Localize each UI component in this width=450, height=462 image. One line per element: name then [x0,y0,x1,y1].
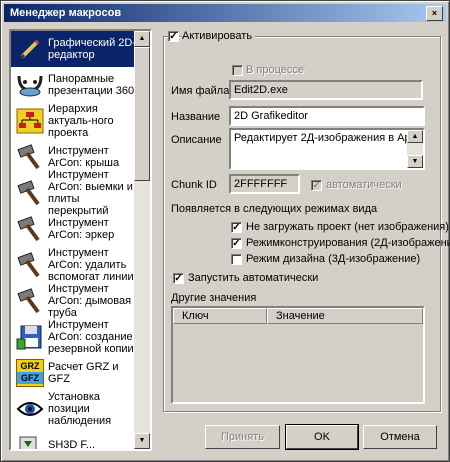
description-text: Редактирует 2Д-изображения в Аркон [234,132,425,144]
macro-list-item[interactable]: Инструмент ArCon: выемки и плиты перекры… [11,169,136,217]
macro-list-item[interactable]: Инструмент ArCon: создание резервной коп… [11,319,136,355]
hammer-icon [15,286,45,316]
close-button[interactable]: × [426,6,443,21]
scroll-up-button[interactable]: ▲ [134,31,150,47]
auto-chunk-checkbox: ✓ [311,180,322,191]
hierarchy-icon [15,106,45,136]
filename-field: Edit2D.exe [229,80,423,100]
run-auto-checkbox[interactable]: ✓ [173,273,184,284]
name-label: Название [171,111,221,123]
macro-list-item[interactable]: GRZ GFZ Расчет GRZ и GFZ [11,355,136,391]
mode-no-load-checkbox[interactable]: ✓ [231,222,242,233]
macro-item-label: Инструмент ArCon: создание резервной коп… [48,319,134,355]
in-progress-checkbox [232,65,243,76]
mode-design-label: Режим дизайна (3Д-изображение) [246,253,421,265]
view-modes-label: Появляется в следующих режимах вида [171,203,378,215]
title-bar: Менеджер макросов × [4,4,446,22]
description-scroll-up[interactable]: ▲ [407,130,423,143]
description-label: Описание [171,134,222,146]
macro-item-label: SH3D F... [48,439,96,451]
hammer-icon [15,178,45,208]
macro-list-item[interactable]: Инструмент ArCon: удалить вспомогат лини… [11,247,136,283]
macro-item-label: Инструмент ArCon: эркер [48,217,115,241]
activate-label: Активировать [182,30,256,42]
mode-no-load-label: Не загружать проект (нет изображения) [246,221,449,233]
hammer-icon [15,142,45,172]
other-values-grid[interactable]: Ключ Значение [171,306,425,404]
chunk-id-label: Chunk ID [171,179,217,191]
auto-chunk-label: автоматически [326,179,402,191]
name-input[interactable]: 2D Grafikeditor [229,106,425,126]
mode-construct-label: Режимконструирования (2Д-изображение) [246,237,450,249]
column-header-key[interactable]: Ключ [173,308,267,324]
macro-list-item[interactable]: Инструмент ArCon: дымовая труба [11,283,136,319]
run-auto-label: Запустить автоматически [188,272,319,284]
macro-item-label: Иерархия актуаль-ного проекта [48,103,114,139]
macro-item-label: Инструмент ArCon: выемки и плиты перекры… [48,169,133,217]
macro-list-item[interactable]: Графический 2D-редактор [11,31,136,67]
panorama-icon [15,70,45,100]
chunk-id-field: 2FFFFFFF [229,174,300,194]
grz-label: GRZ [20,361,40,371]
macro-item-label: Панорамные презентации 360 [48,73,135,97]
backup-disk-icon [15,322,45,352]
eye-icon [15,394,45,424]
macro-item-label: Расчет GRZ и GFZ [48,361,119,385]
scroll-down-button[interactable]: ▼ [134,433,150,449]
macro-item-label: Графический 2D-редактор [48,37,136,61]
column-header-value[interactable]: Значение [267,308,423,324]
apply-button[interactable]: Принять [205,425,280,449]
macro-item-label: Инструмент ArCon: дымовая труба [48,283,132,319]
macro-list-item[interactable]: Иерархия актуаль-ного проекта [11,103,136,139]
window-title: Менеджер макросов [10,7,122,19]
pencil-icon [15,34,45,64]
in-progress-label: В процессе [246,64,304,76]
macro-list-item[interactable]: Инструмент ArCon: эркер [11,211,136,247]
ok-button[interactable]: OK [285,424,359,450]
other-values-label: Другие значения [171,292,257,304]
gfz-label: GFZ [17,372,43,384]
macro-list-item[interactable]: Установка позиции наблюдения [11,391,136,427]
macro-list-item[interactable]: SH3D F... [11,427,136,451]
description-textarea[interactable]: Редактирует 2Д-изображения в Аркон [229,128,425,170]
macro-item-label: Установка позиции наблюдения [48,391,112,427]
list-scrollbar[interactable]: ▲ ▼ [134,31,150,449]
macro-list-item[interactable]: Панорамные презентации 360 [11,67,136,103]
macro-item-label: Инструмент ArCon: крыша [48,145,120,169]
filename-label: Имя файла [171,85,230,97]
grz-gfz-icon: GRZ GFZ [15,358,45,388]
mode-construct-checkbox[interactable]: ✓ [231,238,242,249]
hammer-icon [15,214,45,244]
hammer-icon [15,250,45,280]
macro-item-label: Инструмент ArCon: удалить вспомогат лини… [48,247,134,283]
macro-list[interactable]: Графический 2D-редактор Панорамные презен… [9,29,152,451]
arrow-down-icon [15,430,45,449]
scroll-thumb[interactable] [134,47,150,181]
cancel-button[interactable]: Отмена [363,425,437,449]
mode-design-checkbox[interactable] [231,254,242,265]
description-scroll-down[interactable]: ▼ [407,155,423,168]
description-scrollbar[interactable]: ▲ ▼ [407,130,423,168]
activate-checkbox[interactable]: ✓ [168,31,179,42]
